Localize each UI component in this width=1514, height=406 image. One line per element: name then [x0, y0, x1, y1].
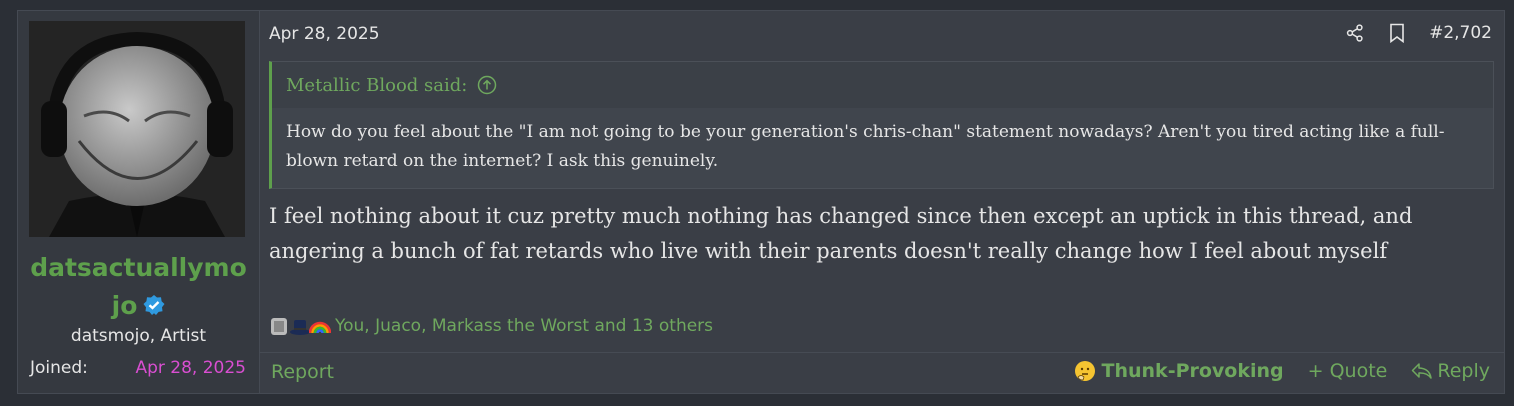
quote-author[interactable]: Metallic Blood said: [286, 75, 467, 96]
quote-text: How do you feel about the "I am not goin… [286, 122, 1445, 171]
forum-post: datsactuallymo jo datsmojo, Artist Joine… [17, 10, 1505, 394]
quote-header[interactable]: Metallic Blood said: [272, 62, 1493, 108]
gear-emoji-icon [269, 315, 291, 337]
joined-label: Joined: [30, 358, 88, 378]
quote-button[interactable]: + Quote [1308, 360, 1388, 382]
thunk-provoking-label: Thunk-Provoking [1101, 360, 1284, 382]
reactions-bar[interactable]: You, Juaco, Markass the Worst and 13 oth… [269, 315, 713, 337]
post-date[interactable]: Apr 28, 2025 [269, 24, 380, 44]
reply-label: Reply [1437, 360, 1490, 382]
post-footer: Report Thunk-Provoking + Quote Reply [259, 352, 1504, 393]
share-icon[interactable] [1345, 23, 1365, 43]
post-actions: Thunk-Provoking + Quote Reply [1050, 360, 1490, 382]
user-title: datsmojo, Artist [70, 326, 207, 346]
user-panel: datsactuallymo jo datsmojo, Artist Joine… [18, 11, 260, 393]
avatar[interactable] [29, 21, 245, 237]
reaction-emojis [269, 315, 332, 337]
post-main: Apr 28, 2025 #2,702 Metallic Blood said:… [259, 11, 1504, 393]
rainbow-emoji-icon [308, 315, 332, 337]
verified-badge-icon [143, 289, 165, 327]
reply-button[interactable]: Reply [1411, 360, 1490, 382]
report-button[interactable]: Report [271, 361, 334, 383]
quote-block: Metallic Blood said: How do you feel abo… [269, 61, 1494, 189]
post-message: I feel nothing about it cuz pretty much … [269, 204, 1413, 263]
post-number[interactable]: #2,702 [1429, 23, 1492, 43]
reply-arrow-icon [1411, 362, 1433, 380]
arrow-up-circle-icon[interactable] [477, 75, 497, 95]
post-header-actions: #2,702 [1345, 23, 1492, 43]
reactions-text[interactable]: You, Juaco, Markass the Worst and 13 oth… [335, 316, 713, 336]
thunk-provoking-button[interactable]: Thunk-Provoking [1074, 360, 1284, 382]
joined-date: Apr 28, 2025 [135, 358, 246, 378]
top-hat-emoji-icon [289, 315, 311, 337]
thinking-face-icon [1074, 360, 1096, 382]
bookmark-icon[interactable] [1389, 23, 1405, 43]
username[interactable]: datsactuallymo jo [18, 249, 259, 327]
